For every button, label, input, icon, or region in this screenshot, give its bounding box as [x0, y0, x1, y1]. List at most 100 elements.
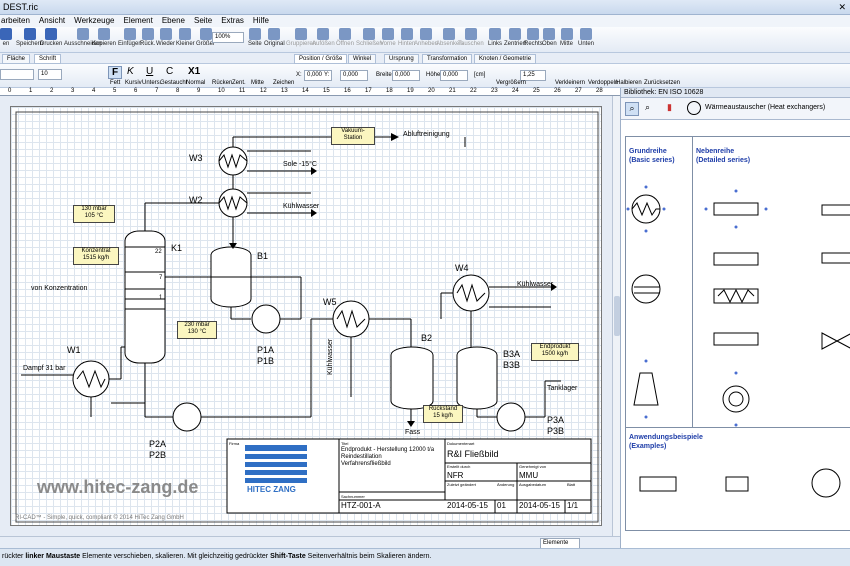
tab-ursprung[interactable]: Ursprung — [384, 54, 419, 64]
toolbar-button[interactable]: Links — [488, 28, 502, 52]
toolbar-label: Einfügen — [118, 41, 142, 47]
toolbar-button[interactable]: Zentriert — [504, 28, 526, 52]
pump-p1 — [251, 304, 281, 334]
toolbar-button[interactable]: Vorne — [380, 28, 396, 52]
menu-item[interactable]: Seite — [194, 15, 212, 27]
note-rueckstand[interactable]: Rückstand 15 kg/h — [423, 405, 463, 423]
toolbar-button[interactable]: Anheben — [414, 28, 438, 52]
italic-button[interactable]: K — [127, 66, 134, 77]
drawing-canvas[interactable]: W3 W2 K1 B1 W4 W5 B2 B3A B3B W1 P1A P1B … — [0, 96, 612, 536]
toolbar-icon — [400, 28, 413, 40]
chars-label[interactable]: Zeichen — [273, 80, 294, 86]
menu-item[interactable]: Werkzeuge — [74, 15, 114, 27]
tab-flaeche[interactable]: Fläche — [2, 54, 31, 64]
tab-schrift[interactable]: Schrift — [34, 54, 62, 64]
font-family-select[interactable] — [0, 69, 34, 80]
underline-button[interactable]: U — [146, 66, 153, 77]
toolbar-button[interactable]: Schließen — [356, 28, 383, 52]
ruler-tick: 25 — [533, 88, 540, 94]
close-icon[interactable]: ✕ — [838, 2, 846, 13]
underline-label: Unters. — [142, 80, 162, 86]
height-field[interactable]: 0,000 — [440, 70, 468, 81]
label-b3: B3A B3B — [503, 349, 521, 370]
toolbar-icon — [23, 28, 36, 40]
text-kuehlwasser-3: Kühlwasser — [327, 338, 334, 375]
zoom-select[interactable]: 100% — [212, 32, 244, 43]
vertical-scrollbar[interactable] — [612, 96, 620, 536]
toolbar-button[interactable]: en — [0, 28, 12, 52]
tab-knoten[interactable]: Knoten / Geometrie — [474, 54, 537, 64]
double-button[interactable]: Verdoppeln — [588, 80, 618, 86]
toolbar-button[interactable]: Aufößen — [312, 28, 335, 52]
drawing-sheet[interactable]: W3 W2 K1 B1 W4 W5 B2 B3A B3B W1 P1A P1B … — [10, 106, 602, 526]
toolbar-icon — [527, 28, 540, 40]
note-vakuum[interactable]: Vakuum- Station — [331, 127, 375, 145]
menu-item[interactable]: Hilfe — [253, 15, 269, 27]
width-field[interactable]: 0,000 — [392, 70, 420, 81]
toolbar-button[interactable]: Kopieren — [92, 28, 116, 52]
horizontal-scrollbar[interactable]: Elemente — [0, 536, 620, 549]
library-category[interactable]: Wärmeaustauscher (Heat exchangers) — [705, 104, 825, 111]
library-title: Bibliothek: EN ISO 10628 — [621, 88, 850, 98]
pump-p2 — [172, 402, 202, 432]
toolbar-button[interactable]: Rück. — [140, 28, 155, 52]
middle-label[interactable]: Mitte — [251, 80, 264, 86]
menu-item[interactable]: arbeiten — [1, 15, 30, 27]
library-symbols[interactable] — [626, 137, 850, 532]
toolbar-button[interactable]: Hinten — [398, 28, 415, 52]
indent-label[interactable]: Rücken — [212, 80, 232, 86]
zoom-icon[interactable]: ⌕ — [645, 102, 650, 113]
toolbar-button[interactable]: Tauschen — [458, 28, 484, 52]
bold-label: Fett — [110, 80, 121, 86]
ruler-tick: 26 — [554, 88, 561, 94]
menu-bar: arbeiten Ansicht Werkzeuge Element Ebene… — [0, 15, 850, 27]
halve-button[interactable]: Halbieren — [616, 80, 642, 86]
chart-icon[interactable]: ▮ — [667, 102, 672, 113]
hitec-logo — [245, 445, 307, 483]
toolbar-button[interactable]: Original — [264, 28, 285, 52]
shrink-button[interactable]: Verkleinern — [555, 80, 585, 86]
font-size-select[interactable]: 10 — [38, 69, 62, 80]
condensed-button[interactable]: C — [166, 66, 173, 77]
vessel-b3 — [456, 346, 498, 410]
toolbar-label: Drucken — [40, 41, 63, 47]
bold-button[interactable]: F — [108, 66, 122, 79]
toolbar-button[interactable]: Wieder — [156, 28, 175, 52]
menu-item[interactable]: Ebene — [162, 15, 185, 27]
toolbar-button[interactable]: Mitte — [560, 28, 573, 52]
tab-position[interactable]: Position / Größe — [294, 54, 348, 64]
toolbar-button[interactable]: Einfügen — [118, 28, 142, 52]
toolbar-button[interactable]: Drucken — [40, 28, 62, 52]
toolbar-icon — [543, 28, 556, 40]
search-icon[interactable]: ⌕ — [625, 102, 639, 116]
toolbar-button[interactable]: Öffnen — [336, 28, 354, 52]
tb-blatt: 1/1 — [567, 501, 579, 510]
toolbar-button[interactable]: Oben — [542, 28, 557, 52]
reset-button[interactable]: Zurücksetzen — [644, 80, 680, 86]
toolbar-button[interactable]: Speichern — [16, 28, 43, 52]
menu-item[interactable]: Ansicht — [39, 15, 65, 27]
note-endprodukt[interactable]: Endprodukt 1500 kg/h — [531, 343, 579, 361]
note-mbar-top[interactable]: 130 mbar 105 °C — [73, 205, 115, 223]
y-field[interactable]: 0,000 — [340, 70, 368, 81]
toolbar-icon — [76, 28, 89, 40]
note-konzentrat[interactable]: Konzentrat 1515 kg/h — [73, 247, 119, 265]
tab-winkel[interactable]: Winkel — [348, 54, 377, 64]
note-mbar-bottom[interactable]: 230 mbar 130 °C — [177, 321, 217, 339]
ruler-tick: 21 — [449, 88, 456, 94]
toolbar-button[interactable]: Unten — [578, 28, 594, 52]
enlarge-button[interactable]: Vergrößern — [496, 80, 526, 86]
toolbar-button[interactable]: Seite — [248, 28, 262, 52]
toolbar-button[interactable]: Kleiner — [176, 28, 195, 52]
toolbar-button[interactable]: Rechts — [524, 28, 543, 52]
tb-erstellt: NFR — [447, 471, 464, 480]
toolbar-icon — [141, 28, 154, 40]
heat-exchanger-icon[interactable] — [687, 101, 701, 115]
tab-transformation[interactable]: Transformation — [422, 54, 473, 64]
center-label[interactable]: Zent. — [232, 80, 246, 86]
subscript-button[interactable]: X1 — [188, 66, 200, 77]
toolbar-icon — [45, 28, 58, 40]
pid-diagram[interactable] — [11, 107, 603, 527]
menu-item[interactable]: Extras — [221, 15, 244, 27]
menu-item[interactable]: Element — [123, 15, 152, 27]
